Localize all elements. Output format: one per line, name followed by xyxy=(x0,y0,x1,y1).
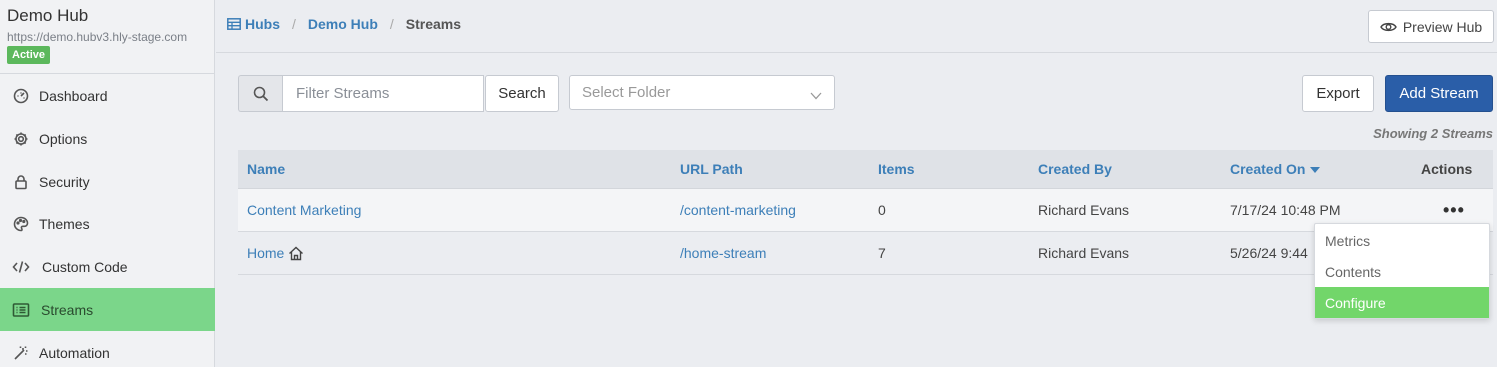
stream-items: 0 xyxy=(878,202,886,218)
stream-name-link[interactable]: Home xyxy=(247,245,304,261)
streams-table: Name URL Path Items Created By Created O… xyxy=(238,150,1493,275)
search-group: Search xyxy=(238,75,559,112)
sidebar-item-label: Dashboard xyxy=(39,87,108,104)
search-button[interactable]: Search xyxy=(485,75,559,112)
stream-name-label: Home xyxy=(247,245,285,261)
code-icon xyxy=(12,258,30,276)
menu-item-contents[interactable]: Contents xyxy=(1315,256,1489,287)
table-icon xyxy=(227,18,241,30)
export-button[interactable]: Export xyxy=(1302,75,1374,112)
stream-count: Showing 2 Streams xyxy=(1373,126,1493,141)
hub-header: Demo Hub https://demo.hubv3.hly-stage.co… xyxy=(0,0,214,74)
sidebar-item-streams[interactable]: Streams xyxy=(0,288,215,331)
sidebar-item-label: Streams xyxy=(41,301,94,318)
sort-desc-icon xyxy=(1310,167,1321,174)
stream-created-by: Richard Evans xyxy=(1038,202,1130,218)
magic-wand-icon xyxy=(12,344,30,362)
stream-items: 7 xyxy=(878,245,886,261)
top-bar: Hubs / Demo Hub / Streams Preview Hub xyxy=(216,0,1497,53)
stream-name-link[interactable]: Content Marketing xyxy=(247,202,361,218)
column-header-created-on-label: Created On xyxy=(1230,161,1306,177)
select-folder-placeholder: Select Folder xyxy=(582,84,671,101)
search-icon xyxy=(238,75,282,112)
column-header-url[interactable]: URL Path xyxy=(680,161,743,177)
table-row: Content Marketing /content-marketing 0 R… xyxy=(238,189,1493,232)
sidebar-item-dashboard[interactable]: Dashboard xyxy=(0,74,215,117)
filter-streams-input[interactable] xyxy=(282,75,484,112)
sidebar-item-custom-code[interactable]: Custom Code xyxy=(0,245,215,288)
menu-item-metrics[interactable]: Metrics xyxy=(1315,225,1489,256)
sidebar-item-label: Security xyxy=(39,173,90,190)
more-actions-icon[interactable]: ••• xyxy=(1443,200,1465,221)
column-header-created-by[interactable]: Created By xyxy=(1038,161,1112,177)
add-stream-button[interactable]: Add Stream xyxy=(1385,75,1493,112)
hub-title: Demo Hub xyxy=(7,6,89,25)
hub-url[interactable]: https://demo.hubv3.hly-stage.com xyxy=(7,30,214,44)
preview-hub-button[interactable]: Preview Hub xyxy=(1368,10,1494,43)
column-header-actions: Actions xyxy=(1421,161,1473,177)
sidebar-item-label: Custom Code xyxy=(42,258,128,275)
list-icon xyxy=(12,301,30,319)
breadcrumb-hub[interactable]: Demo Hub xyxy=(308,16,378,32)
select-folder-dropdown[interactable]: Select Folder xyxy=(569,75,835,110)
sidebar: Demo Hub https://demo.hubv3.hly-stage.co… xyxy=(0,0,215,367)
sidebar-item-themes[interactable]: Themes xyxy=(0,202,215,245)
breadcrumb-hubs-label: Hubs xyxy=(245,16,280,32)
stream-url-link[interactable]: /home-stream xyxy=(680,245,766,261)
sidebar-item-label: Automation xyxy=(39,344,110,361)
column-header-created-on[interactable]: Created On xyxy=(1230,161,1321,177)
stream-url-link[interactable]: /content-marketing xyxy=(680,202,796,218)
actions-menu: Metrics Contents Configure xyxy=(1314,223,1490,319)
chevron-down-icon xyxy=(810,87,822,104)
sidebar-item-label: Themes xyxy=(39,215,90,232)
breadcrumb-separator: / xyxy=(292,16,296,32)
home-icon xyxy=(288,246,304,261)
column-header-items[interactable]: Items xyxy=(878,161,915,177)
menu-item-configure[interactable]: Configure xyxy=(1315,287,1489,318)
palette-icon xyxy=(12,215,30,233)
stream-created-on: 7/17/24 10:48 PM xyxy=(1230,202,1341,218)
sidebar-item-label: Options xyxy=(39,130,88,147)
gear-icon xyxy=(12,130,30,148)
stream-created-by: Richard Evans xyxy=(1038,245,1130,261)
breadcrumb-hubs[interactable]: Hubs xyxy=(227,16,280,32)
table-row: Home /home-stream 7 Richard Evans 5/26/2… xyxy=(238,232,1493,275)
status-badge: Active xyxy=(7,46,51,64)
breadcrumb: Hubs / Demo Hub / Streams xyxy=(227,16,461,32)
eye-icon xyxy=(1380,21,1403,33)
breadcrumb-current: Streams xyxy=(405,16,462,32)
sidebar-item-security[interactable]: Security xyxy=(0,160,215,203)
stream-created-on: 5/26/24 9:44 xyxy=(1230,245,1308,261)
lock-icon xyxy=(12,173,30,191)
table-header: Name URL Path Items Created By Created O… xyxy=(238,150,1493,189)
preview-hub-label: Preview Hub xyxy=(1402,18,1483,35)
column-header-name[interactable]: Name xyxy=(247,161,285,177)
sidebar-item-automation[interactable]: Automation xyxy=(0,331,215,367)
breadcrumb-separator: / xyxy=(389,16,394,32)
sidebar-item-options[interactable]: Options xyxy=(0,117,215,160)
dashboard-icon xyxy=(12,87,30,105)
